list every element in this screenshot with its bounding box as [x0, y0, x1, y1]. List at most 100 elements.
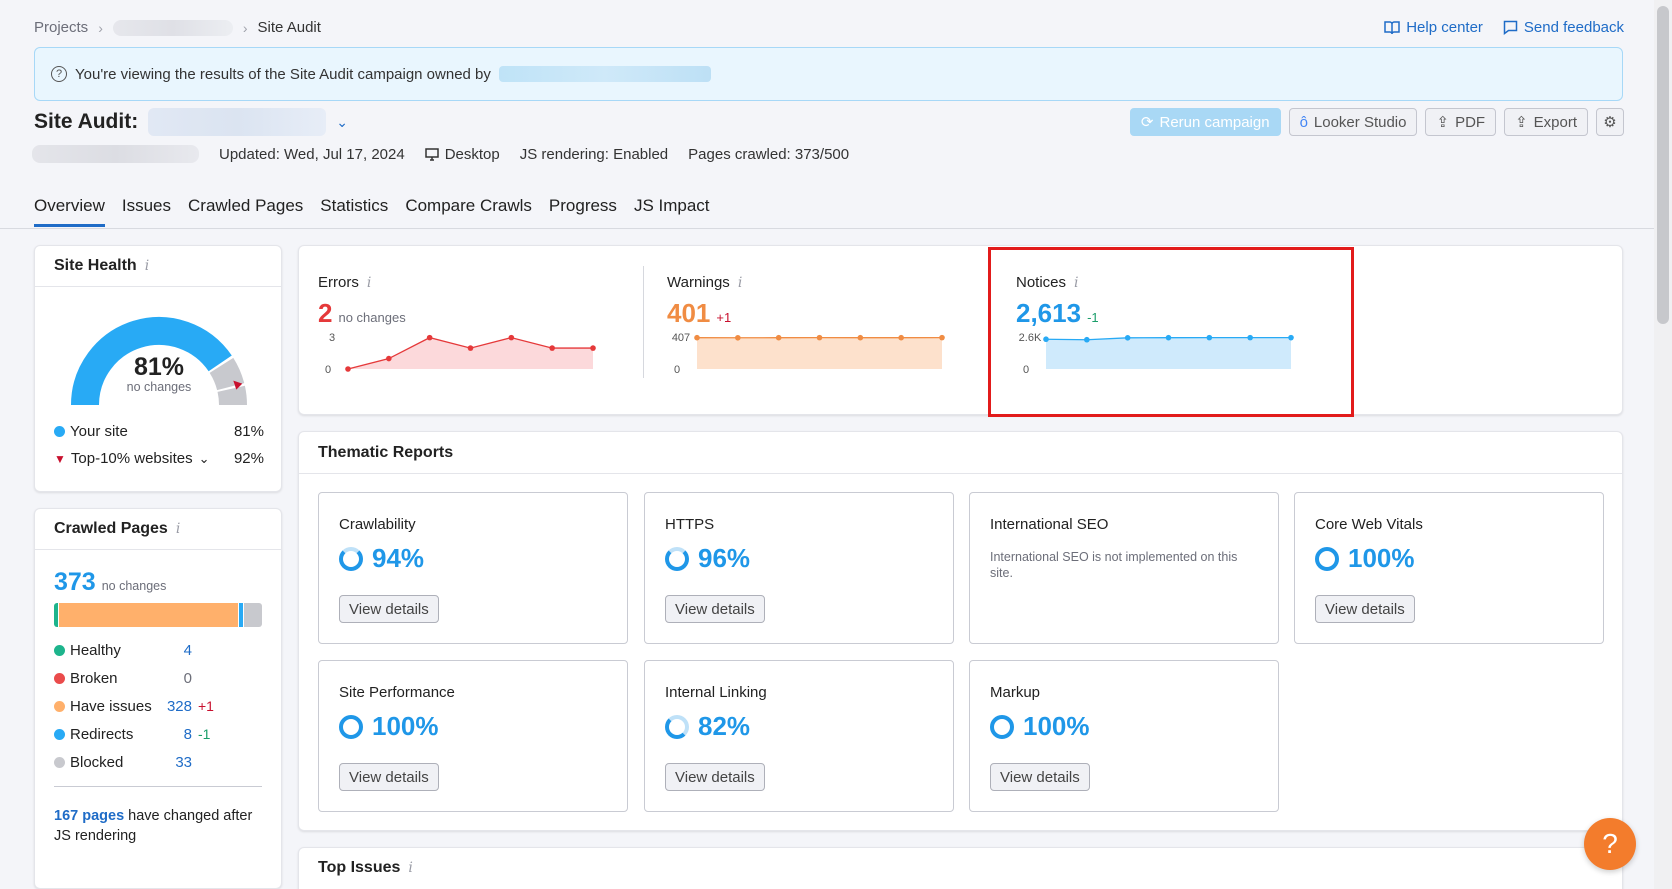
help-center-link[interactable]: Help center	[1384, 19, 1483, 36]
scrollbar-thumb[interactable]	[1657, 6, 1669, 324]
info-icon[interactable]: i	[176, 521, 180, 537]
site-health-panel: Site Health i 81% no changes Your site 8…	[34, 245, 282, 492]
gauge-center: 81% no changes	[35, 353, 283, 394]
chat-icon	[1503, 20, 1518, 35]
view-details-button[interactable]: View details	[1315, 595, 1415, 623]
top10-value: 92%	[233, 450, 264, 467]
js-change-note: 167 pages have changed after JS renderin…	[35, 787, 281, 846]
warnings-change: +1	[716, 310, 732, 325]
tab-statistics[interactable]: Statistics	[320, 196, 388, 227]
warnings-block[interactable]: Warnings i 401 +1 407 0	[667, 246, 997, 416]
tab-issues[interactable]: Issues	[122, 196, 171, 227]
site-health-header: Site Health i	[35, 246, 281, 286]
crawl-row-value[interactable]: 8	[166, 726, 192, 743]
pdf-button[interactable]: ⇪ PDF	[1425, 108, 1497, 136]
question-icon: ?	[1602, 828, 1618, 859]
crawl-row-label: Redirects	[54, 726, 166, 743]
sparkline-ymax-label: 407	[672, 332, 690, 344]
crawl-row-name: Broken	[70, 669, 118, 687]
breadcrumb-project-redacted[interactable]	[112, 19, 233, 36]
card-markup: Markup 100% View details	[969, 660, 1279, 812]
tab-overview[interactable]: Overview	[34, 196, 105, 227]
looker-studio-button[interactable]: ô Looker Studio	[1288, 108, 1418, 136]
project-selector-redacted[interactable]	[148, 108, 327, 136]
card-percent: 94%	[372, 543, 425, 573]
site-health-title: Site Health	[54, 257, 137, 274]
send-feedback-link[interactable]: Send feedback	[1503, 19, 1624, 36]
bar-segment-have-issues[interactable]	[59, 603, 238, 627]
chevron-down-icon[interactable]: ⌄	[336, 114, 348, 131]
device-info: Desktop	[424, 146, 500, 163]
sparkline-point	[590, 345, 596, 351]
page-scrollbar[interactable]	[1654, 0, 1672, 889]
crawl-row-value[interactable]: 33	[166, 754, 192, 771]
tab-progress[interactable]: Progress	[549, 196, 617, 227]
card-name: Crawlability	[339, 516, 416, 533]
ownership-notice: ? You're viewing the results of the Site…	[34, 47, 1623, 101]
bar-segment-healthy[interactable]	[54, 603, 59, 627]
dot-icon	[54, 728, 65, 740]
toolbar-actions: ⟳ Rerun campaign ô Looker Studio ⇪ PDF ⇪…	[1129, 108, 1624, 136]
warnings-sparkline: 407 0	[672, 332, 945, 376]
pages-crawled-count: Pages crawled: 373/500	[688, 145, 850, 163]
domain-redacted	[32, 145, 199, 163]
crawled-total-row: 373 no changes	[35, 550, 281, 597]
view-details-button[interactable]: View details	[990, 763, 1090, 791]
tab-js-impact[interactable]: JS Impact	[634, 196, 710, 227]
score-ring-icon	[339, 714, 363, 739]
chevron-down-icon[interactable]: ⌄	[199, 451, 210, 467]
crawl-row-broken: Broken 0	[35, 664, 281, 692]
bar-segment-redirects[interactable]	[238, 603, 244, 627]
bar-segment-blocked[interactable]	[244, 603, 262, 627]
pdf-label: PDF	[1455, 113, 1486, 131]
crawl-row-delta: -1	[198, 726, 211, 742]
issues-summary-panel: Errors i 2 no changes 30 Warnings i 401 +1 4…	[298, 245, 1623, 415]
sparkline-ymax-label: 3	[329, 332, 335, 344]
info-icon[interactable]: i	[738, 275, 742, 291]
view-details-button[interactable]: View details	[339, 763, 439, 791]
sparkline-point	[345, 366, 351, 372]
view-details-button[interactable]: View details	[665, 595, 765, 623]
info-icon[interactable]: i	[145, 258, 149, 274]
send-feedback-label: Send feedback	[1523, 19, 1624, 36]
card-score: 100%	[339, 711, 439, 742]
score-ring-icon	[665, 546, 689, 571]
card-site-performance: Site Performance 100% View details	[318, 660, 628, 812]
crawled-pages-header: Crawled Pages i	[35, 509, 281, 549]
owner-email-redacted	[498, 66, 711, 82]
sparkline-point	[775, 334, 782, 341]
sparkline-area	[697, 337, 942, 369]
view-details-button[interactable]: View details	[665, 763, 765, 791]
top-issues-header: Top Issues i	[299, 848, 1622, 888]
tab-compare-crawls[interactable]: Compare Crawls	[405, 196, 532, 227]
crawl-row-value[interactable]: 4	[166, 642, 192, 659]
errors-label: Errors	[318, 274, 359, 291]
looker-label: Looker Studio	[1313, 113, 1407, 131]
crawl-row-value[interactable]: 328	[166, 698, 192, 715]
js-changed-pages-link[interactable]: 167 pages	[54, 808, 124, 824]
dot-icon	[54, 426, 65, 437]
settings-button[interactable]: ⚙	[1596, 108, 1624, 136]
sparkline-point	[549, 345, 555, 351]
view-details-button[interactable]: View details	[339, 595, 439, 623]
rerun-campaign-button[interactable]: ⟳ Rerun campaign	[1129, 108, 1281, 136]
breadcrumb-projects[interactable]: Projects	[34, 19, 88, 36]
crawled-total[interactable]: 373	[54, 568, 96, 597]
info-icon[interactable]: i	[408, 860, 412, 876]
sparkline-point	[816, 334, 823, 341]
help-chat-button[interactable]: ?	[1584, 818, 1636, 870]
sparkline-ymin-label: 0	[325, 364, 331, 376]
info-icon[interactable]: i	[367, 275, 371, 291]
export-button[interactable]: ⇪ Export	[1504, 108, 1588, 136]
errors-value-row: 2 no changes	[318, 298, 406, 329]
crawl-row-name: Redirects	[70, 725, 134, 743]
question-icon: ?	[51, 66, 67, 82]
crawl-row-name: Blocked	[70, 753, 124, 771]
sparkline-point	[467, 345, 474, 351]
warnings-label-row: Warnings i	[667, 274, 742, 291]
errors-block[interactable]: Errors i 2 no changes 3 0	[318, 246, 648, 416]
legend-top10[interactable]: ▼ Top-10% websites ⌄ 92%	[35, 445, 283, 472]
tab-crawled-pages[interactable]: Crawled Pages	[188, 196, 303, 227]
card-internal-linking: Internal Linking 82% View details	[644, 660, 954, 812]
breadcrumb-current: Site Audit	[257, 19, 321, 36]
